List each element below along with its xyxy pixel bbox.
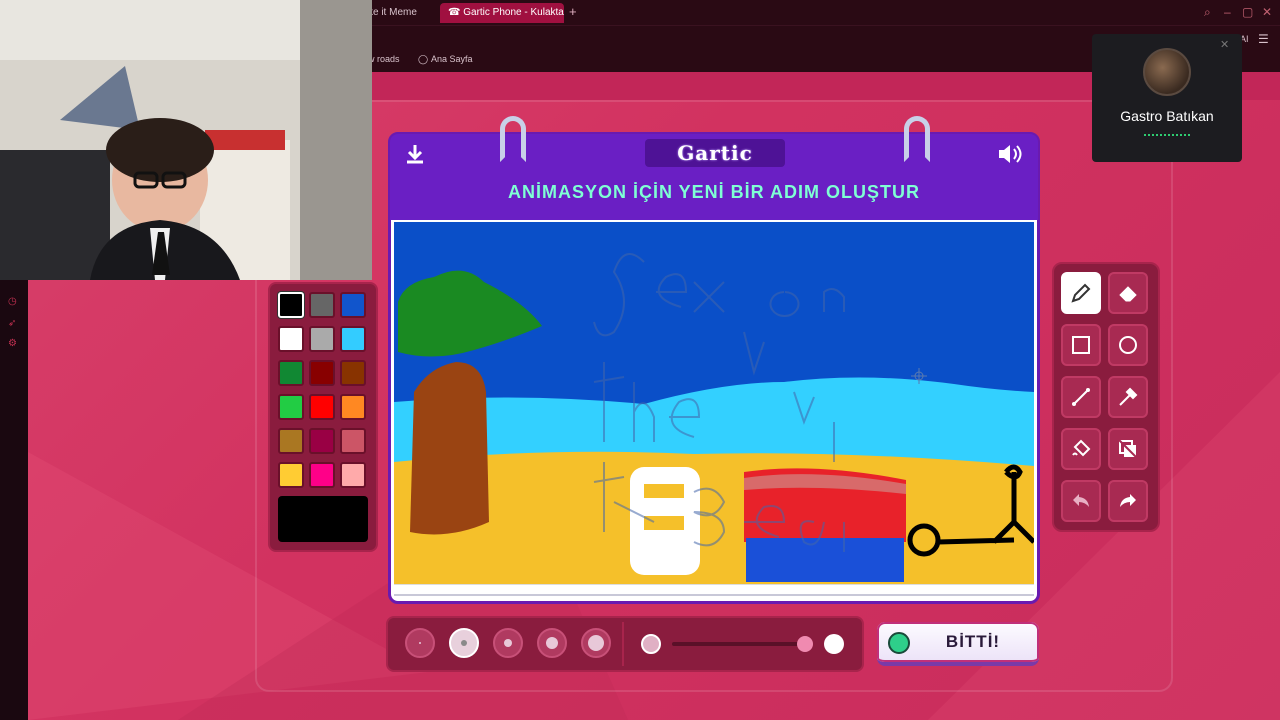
pencil-icon [1071, 283, 1091, 303]
size-dot [546, 637, 558, 649]
avatar [1143, 48, 1191, 96]
color-swatch[interactable] [340, 360, 366, 386]
color-swatch[interactable] [309, 292, 335, 318]
bookmark-home-icon[interactable]: ◯ [418, 54, 428, 65]
undo-icon [1073, 494, 1089, 507]
menu-icon[interactable]: ☰ [1258, 32, 1269, 46]
download-icon[interactable] [403, 142, 427, 170]
color-swatch[interactable] [309, 428, 335, 454]
color-swatch[interactable] [278, 292, 304, 318]
drawing [394, 222, 1034, 584]
volume-icon[interactable] [996, 142, 1024, 170]
size-dot [461, 640, 467, 646]
tab-label: ☎ Gartic Phone - Kulaktan K [448, 7, 564, 18]
maximize-icon[interactable]: ▢ [1242, 5, 1253, 19]
color-swatch[interactable] [278, 462, 304, 488]
layers-icon [1118, 439, 1138, 459]
eraser-icon [1119, 286, 1137, 302]
eyedropper-icon [1119, 387, 1138, 406]
color-swatch[interactable] [309, 326, 335, 352]
eyedropper-tool[interactable] [1108, 376, 1148, 418]
line-icon [1072, 388, 1090, 406]
participant-name: Gastro Batıkan [1120, 108, 1214, 124]
size-dot [504, 639, 512, 647]
opacity-high-dot[interactable] [824, 634, 844, 654]
rectangle-icon [1072, 336, 1090, 354]
bookmark-ana-sayfa[interactable]: Ana Sayfa [431, 54, 473, 64]
color-swatch[interactable] [340, 326, 366, 352]
page-title: ANİMASYON İÇİN YENİ BİR ADIM OLUŞTUR [507, 182, 920, 202]
tab-label: ke it Meme [368, 7, 417, 18]
send-icon[interactable]: ➶ [8, 318, 16, 329]
layers-tool[interactable] [1108, 428, 1148, 470]
close-icon[interactable]: ✕ [1220, 38, 1229, 51]
color-swatch[interactable] [340, 428, 366, 454]
ellipse-tool[interactable] [1108, 324, 1148, 366]
size-dot [419, 642, 421, 644]
color-swatch[interactable] [340, 462, 366, 488]
redo-tool[interactable] [1108, 480, 1148, 522]
color-swatch[interactable] [309, 360, 335, 386]
search-icon[interactable]: ⌕ [1204, 5, 1211, 20]
current-color-preview [278, 496, 368, 542]
size-dot [588, 635, 604, 651]
opacity-slider[interactable] [672, 642, 806, 646]
line-tool[interactable] [1061, 376, 1101, 418]
rectangle-tool[interactable] [1061, 324, 1101, 366]
color-swatch[interactable] [340, 394, 366, 420]
bookmark-roads[interactable]: w roads [368, 54, 400, 64]
gartic-logo: Gartic [645, 139, 785, 167]
pencil-tool[interactable] [1061, 272, 1101, 314]
opacity-slider-handle[interactable] [797, 636, 813, 652]
binder-ring-right [904, 116, 930, 162]
color-swatch[interactable] [340, 292, 366, 318]
redo-icon [1120, 494, 1136, 507]
color-swatch[interactable] [278, 428, 304, 454]
webcam-feed [0, 0, 372, 280]
eraser-tool[interactable] [1108, 272, 1148, 314]
minimize-icon[interactable]: – [1224, 5, 1231, 19]
close-icon[interactable]: ✕ [1262, 5, 1272, 19]
settings-icon[interactable]: ⚙ [8, 338, 17, 349]
check-icon [888, 632, 910, 654]
done-label: BİTTİ! [945, 632, 1001, 651]
history-icon[interactable]: ◷ [8, 296, 17, 307]
fill-icon [1072, 439, 1091, 457]
notebook-pages [394, 584, 1034, 596]
tab-gartic[interactable]: ☎ Gartic Phone - Kulaktan K [440, 3, 564, 23]
ellipse-icon [1119, 336, 1137, 354]
speaking-indicator [1144, 134, 1190, 136]
color-swatch[interactable] [278, 394, 304, 420]
color-swatch[interactable] [278, 360, 304, 386]
binder-ring-left [500, 116, 526, 162]
fill-tool[interactable] [1061, 428, 1101, 470]
color-swatch[interactable] [278, 326, 304, 352]
color-swatch[interactable] [309, 462, 335, 488]
drawing-canvas[interactable] [394, 222, 1034, 584]
opacity-low-dot[interactable] [641, 634, 661, 654]
color-swatch[interactable] [309, 394, 335, 420]
new-tab-icon[interactable]: + [569, 4, 577, 19]
divider [622, 622, 624, 666]
undo-tool[interactable] [1061, 480, 1101, 522]
